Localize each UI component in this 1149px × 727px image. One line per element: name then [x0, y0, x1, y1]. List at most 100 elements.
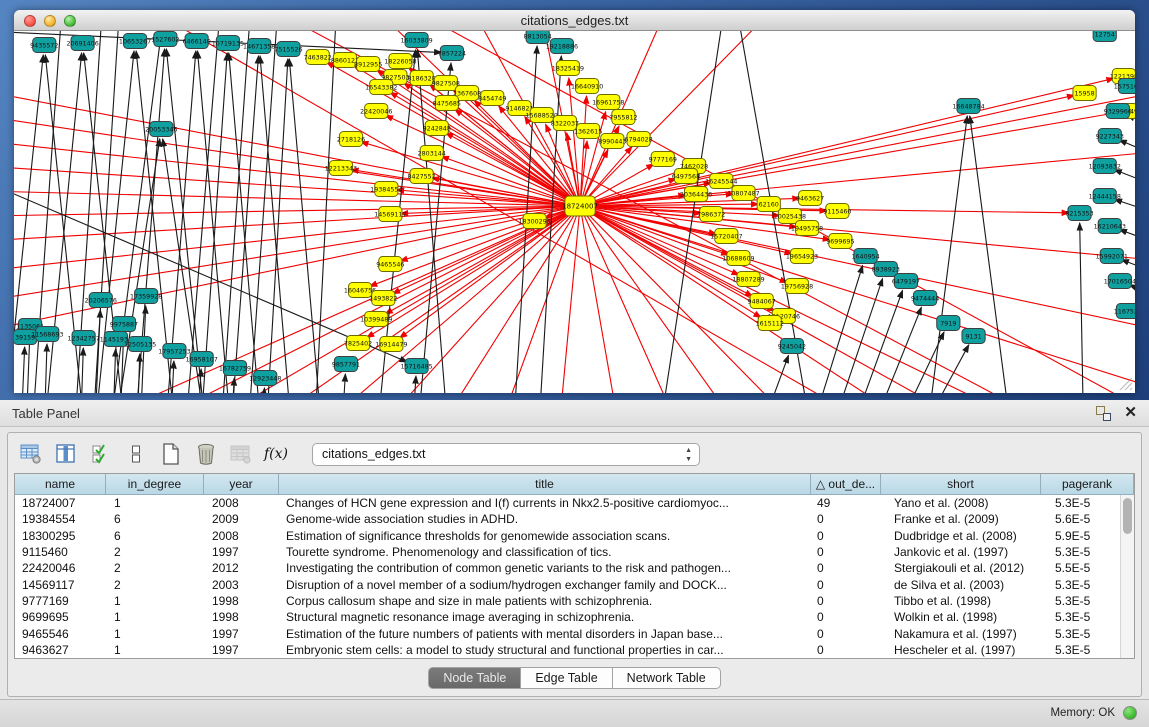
- table-cell[interactable]: 18300295: [15, 528, 106, 544]
- graph-edge[interactable]: [927, 116, 967, 393]
- table-cell[interactable]: 2: [106, 544, 204, 560]
- table-cell[interactable]: 2008: [204, 495, 279, 511]
- table-cell[interactable]: 9115460: [15, 544, 106, 560]
- table-cell[interactable]: 9699695: [15, 609, 106, 625]
- table-cell[interactable]: 9777169: [15, 593, 106, 609]
- graph-edge[interactable]: [1119, 229, 1135, 246]
- graph-edge[interactable]: [399, 206, 580, 338]
- graph-edge[interactable]: [81, 348, 84, 393]
- graph-edge[interactable]: [342, 374, 345, 393]
- table-cell[interactable]: Estimation of significance thresholds fo…: [279, 528, 811, 544]
- network-window[interactable]: citations_edges.txt 18724007886012389129…: [14, 10, 1135, 393]
- column-header-pagerank[interactable]: pagerank: [1041, 474, 1134, 495]
- select-all-icon[interactable]: [88, 442, 114, 466]
- table-row[interactable]: 969969511998Structural magnetic resonanc…: [15, 609, 1134, 625]
- new-column-icon[interactable]: [158, 442, 184, 466]
- table-cell[interactable]: Wolkin et al. (1998): [881, 609, 1041, 625]
- graph-edge[interactable]: [580, 78, 1114, 206]
- table-cell[interactable]: Stergiakouli et al. (2012): [881, 560, 1041, 576]
- graph-edge[interactable]: [1114, 199, 1135, 216]
- table-cell[interactable]: 1998: [204, 593, 279, 609]
- show-columns-icon[interactable]: [53, 442, 79, 466]
- table-cell[interactable]: Yano et al. (2008): [881, 495, 1041, 511]
- table-row[interactable]: 1938455462009Genome-wide association stu…: [15, 511, 1134, 527]
- table-cell[interactable]: 1997: [204, 625, 279, 641]
- graph-edge[interactable]: [21, 347, 25, 393]
- graph-edge[interactable]: [811, 266, 863, 393]
- table-cell[interactable]: 14569117: [15, 576, 106, 592]
- table-cell[interactable]: 1: [106, 495, 204, 511]
- table-cell[interactable]: Disruption of a novel member of a sodium…: [279, 576, 811, 592]
- resize-grip-icon[interactable]: [1119, 377, 1133, 391]
- graph-edge[interactable]: [137, 354, 140, 393]
- table-cell[interactable]: 2003: [204, 576, 279, 592]
- graph-edge[interactable]: [385, 115, 580, 206]
- tab-node-table[interactable]: Node Table: [428, 667, 521, 689]
- table-cell[interactable]: Embryonic stem cells: a model to study s…: [279, 642, 811, 658]
- table-cell[interactable]: 18724007: [15, 495, 106, 511]
- column-header-short[interactable]: short: [881, 474, 1041, 495]
- table-cell[interactable]: 9463627: [15, 642, 106, 658]
- table-cell[interactable]: 1997: [204, 642, 279, 658]
- column-header-year[interactable]: year: [204, 474, 279, 495]
- table-cell[interactable]: de Silva et al. (2003): [881, 576, 1041, 592]
- table-cell[interactable]: 1: [106, 593, 204, 609]
- table-cell[interactable]: 22420046: [15, 560, 106, 576]
- network-canvas[interactable]: 1872400788601238912955182260589827503165…: [14, 31, 1135, 393]
- graph-edge[interactable]: [44, 344, 47, 393]
- table-cell[interactable]: 0: [811, 576, 881, 592]
- table-cell[interactable]: 0: [811, 642, 881, 658]
- graph-edge[interactable]: [922, 345, 969, 393]
- table-row[interactable]: 1872400712008Changes of HCN gene express…: [15, 495, 1134, 511]
- graph-edge[interactable]: [14, 166, 580, 206]
- tab-edge-table[interactable]: Edge Table: [521, 667, 612, 689]
- graph-edge[interactable]: [1119, 140, 1135, 159]
- column-header-in-degree[interactable]: in_degree: [106, 474, 204, 495]
- graph-edge[interactable]: [580, 91, 1135, 206]
- table-cell[interactable]: 2009: [204, 511, 279, 527]
- table-mode-icon[interactable]: [18, 442, 44, 466]
- table-cell[interactable]: 6: [106, 511, 204, 527]
- table-cell[interactable]: 0: [811, 625, 881, 641]
- table-cell[interactable]: 9465546: [15, 625, 106, 641]
- graph-edge[interactable]: [1080, 223, 1084, 393]
- table-row[interactable]: 946554611997Estimation of the future num…: [15, 625, 1134, 641]
- table-cell[interactable]: Tibbo et al. (1998): [881, 593, 1041, 609]
- graph-edge[interactable]: [897, 332, 944, 393]
- table-scrollbar-thumb[interactable]: [1123, 498, 1132, 534]
- graph-edge[interactable]: [231, 378, 234, 393]
- graph-edge[interactable]: [165, 51, 195, 393]
- table-cell[interactable]: Changes of HCN gene expression and I(f) …: [279, 495, 811, 511]
- table-cell[interactable]: 6: [106, 528, 204, 544]
- graph-edge[interactable]: [1114, 170, 1135, 189]
- function-builder-icon[interactable]: f(x): [263, 442, 289, 466]
- table-cell[interactable]: 19384554: [15, 511, 106, 527]
- table-cell[interactable]: Genome-wide association studies in ADHD.: [279, 511, 811, 527]
- table-cell[interactable]: Franke et al. (2009): [881, 511, 1041, 527]
- table-cell[interactable]: Tourette syndrome. Phenomenology and cla…: [279, 544, 811, 560]
- table-cell[interactable]: 0: [811, 528, 881, 544]
- table-cell[interactable]: Corpus callosum shape and size in male p…: [279, 593, 811, 609]
- table-row[interactable]: 911546021997Tourette syndrome. Phenomeno…: [15, 544, 1134, 560]
- table-row[interactable]: 977716911998Corpus callosum shape and si…: [15, 593, 1134, 609]
- float-panel-icon[interactable]: [1096, 406, 1111, 421]
- graph-edge[interactable]: [289, 59, 321, 393]
- table-row[interactable]: 946362711997Embryonic stem cells: a mode…: [15, 642, 1134, 658]
- table-cell[interactable]: 1: [106, 642, 204, 658]
- table-scrollbar[interactable]: [1120, 495, 1134, 658]
- graph-edge[interactable]: [970, 116, 1011, 393]
- clear-selection-icon[interactable]: [123, 442, 149, 466]
- delete-column-icon[interactable]: [193, 442, 219, 466]
- table-row[interactable]: 1830029562008Estimation of significance …: [15, 528, 1134, 544]
- table-cell[interactable]: Dudbridge et al. (2008): [881, 528, 1041, 544]
- close-panel-icon[interactable]: ✕: [1124, 404, 1137, 422]
- graph-edge[interactable]: [569, 78, 580, 206]
- table-cell[interactable]: 1: [106, 625, 204, 641]
- column-header-out-de-[interactable]: △ out_de...: [811, 474, 881, 495]
- table-cell[interactable]: 2: [106, 560, 204, 576]
- table-cell[interactable]: 0: [811, 511, 881, 527]
- table-row[interactable]: 1456911722003Disruption of a novel membe…: [15, 576, 1134, 592]
- table-cell[interactable]: Nakamura et al. (1997): [881, 625, 1041, 641]
- memory-status-icon[interactable]: [1123, 706, 1137, 720]
- table-cell[interactable]: 2012: [204, 560, 279, 576]
